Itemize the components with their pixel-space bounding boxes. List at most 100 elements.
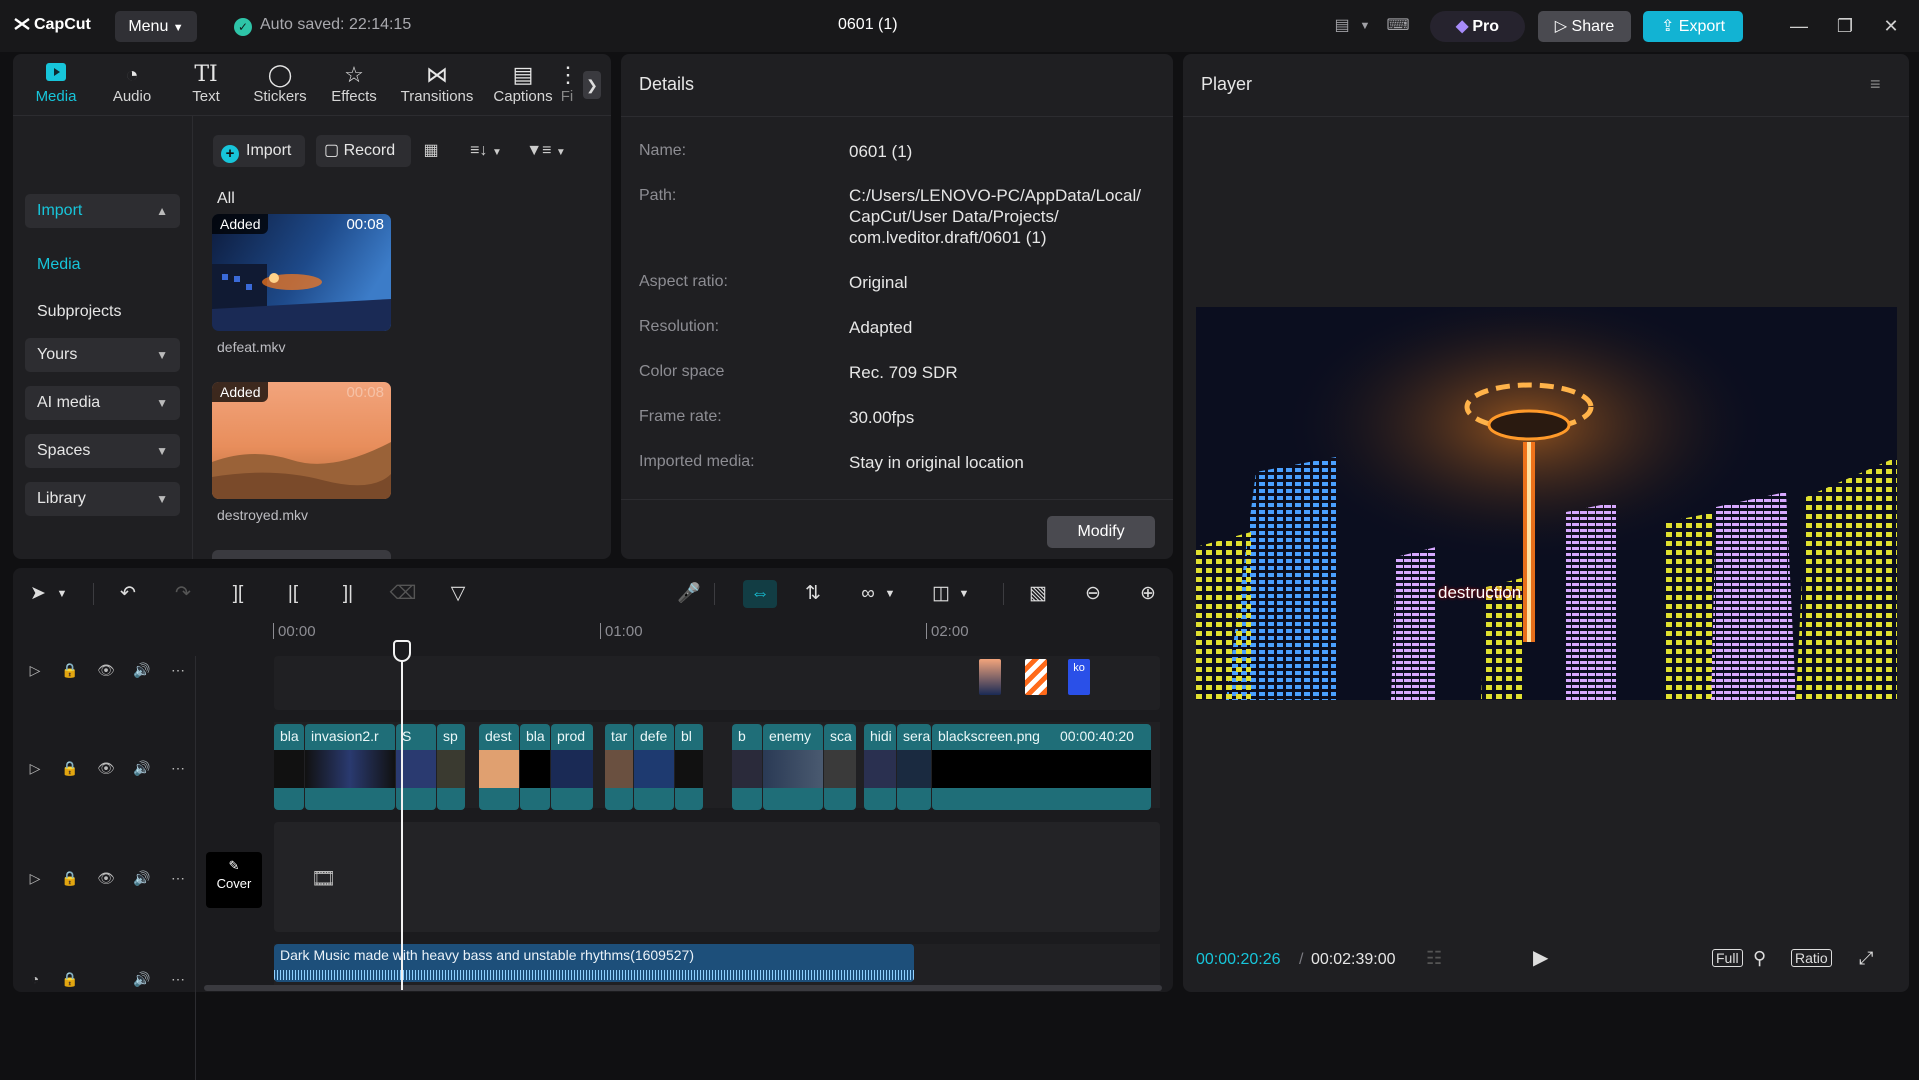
playhead[interactable] — [401, 646, 403, 990]
tab-captions[interactable]: ▤ Captions — [483, 62, 563, 112]
main-clip[interactable]: enemy — [763, 724, 823, 810]
empty-video-track[interactable] — [274, 822, 1160, 932]
timecode-grid-icon[interactable]: ☷ — [1426, 947, 1442, 971]
player-menu-icon[interactable]: ≡ — [1870, 74, 1881, 95]
main-clip[interactable]: sera — [897, 724, 931, 810]
export-button[interactable]: ⇪ Export — [1643, 11, 1743, 42]
trim-left-icon[interactable]: |[ — [278, 580, 308, 608]
timeline-scrollbar[interactable] — [204, 985, 1162, 991]
main-clip[interactable]: defe — [634, 724, 674, 810]
media-item-destroyed[interactable]: Added 00:08 — [212, 382, 391, 499]
split-icon[interactable]: ][ — [223, 580, 253, 608]
main-clip[interactable]: prod — [551, 724, 593, 810]
media-item-defeat[interactable]: Added 00:08 — [212, 214, 391, 331]
preview-axis-icon[interactable]: ◫ — [926, 580, 956, 608]
import-button[interactable]: + Import — [213, 135, 305, 167]
eye-icon[interactable]: 👁 — [95, 868, 117, 888]
zoom-out-icon[interactable]: ⊖ — [1078, 580, 1108, 608]
sidebar-item-subprojects[interactable]: Subprojects — [37, 303, 122, 321]
lock-icon[interactable]: 🔒 — [59, 969, 81, 989]
media-item-partial[interactable] — [212, 550, 391, 559]
record-button[interactable]: ▢ Record — [316, 135, 411, 167]
minimize-icon[interactable]: — — [1784, 14, 1814, 38]
main-clip[interactable]: bla — [274, 724, 304, 810]
tab-audio[interactable]: ◔ Audio — [97, 62, 167, 112]
main-clip[interactable]: invasion2.r — [305, 724, 395, 810]
main-clip[interactable]: sp — [437, 724, 465, 810]
ratio-button[interactable]: Ratio — [1791, 947, 1832, 971]
eye-icon[interactable]: 👁 — [95, 660, 117, 680]
lock-icon[interactable]: 🔒 — [59, 660, 81, 680]
more-icon[interactable]: ⋯ — [167, 868, 189, 888]
tab-stickers[interactable]: ◯ Stickers — [245, 62, 315, 112]
track-visibility-icon[interactable]: ▷ — [24, 660, 46, 680]
zoom-in-icon[interactable]: ⊕ — [1133, 580, 1163, 608]
layout-dropdown-icon[interactable]: ▼ — [1358, 14, 1372, 38]
sort-icon[interactable]: ≡↓ ▼ — [466, 139, 506, 163]
main-clip[interactable]: sca — [824, 724, 856, 810]
delete-icon[interactable]: ⌫ — [388, 580, 418, 608]
sidebar-item-yours[interactable]: Yours ▼ — [25, 338, 180, 372]
more-icon[interactable]: ⋯ — [167, 758, 189, 778]
undo-icon[interactable]: ↶ — [113, 580, 143, 608]
sidebar-item-import[interactable]: Import ▲ — [25, 194, 180, 228]
pro-button[interactable]: ◆ Pro — [1430, 11, 1525, 42]
tab-text[interactable]: TI Text — [171, 62, 241, 112]
sidebar-item-media[interactable]: Media — [37, 256, 81, 274]
video-preview[interactable]: destruction — [1196, 307, 1897, 700]
volume-icon[interactable]: 🔊 — [131, 660, 153, 680]
play-icon[interactable]: ▶ — [1533, 947, 1548, 971]
microphone-icon[interactable]: 🎤 — [674, 580, 704, 608]
overlay-clip[interactable] — [1025, 659, 1047, 695]
full-quality-button[interactable]: Full — [1712, 947, 1743, 971]
link-dropdown-icon[interactable]: ▼ — [883, 580, 897, 608]
more-icon[interactable]: ⋯ — [167, 969, 189, 989]
more-icon[interactable]: ⋯ — [167, 660, 189, 680]
volume-icon[interactable]: 🔊 — [131, 868, 153, 888]
main-clip[interactable]: hidi — [864, 724, 896, 810]
overlay-clip[interactable]: ko — [1068, 659, 1090, 695]
main-clip[interactable]: bl — [675, 724, 703, 810]
tab-transitions[interactable]: ⋈ Transitions — [391, 62, 483, 112]
share-button[interactable]: ▷ Share — [1538, 11, 1631, 42]
main-clip[interactable]: b — [732, 724, 762, 810]
fullscreen-icon[interactable]: ⤢ — [1859, 947, 1873, 971]
marker-icon[interactable]: ▽ — [443, 580, 473, 608]
eye-icon[interactable]: 👁 — [95, 758, 117, 778]
audio-track-icon[interactable]: ◔ — [24, 969, 46, 989]
main-clip[interactable]: tar — [605, 724, 633, 810]
main-clip[interactable]: dest — [479, 724, 519, 810]
preview-axis-dropdown-icon[interactable]: ▼ — [957, 580, 971, 608]
track-visibility-icon[interactable]: ▷ — [24, 868, 46, 888]
volume-icon[interactable]: 🔊 — [131, 969, 153, 989]
filter-icon[interactable]: ▼≡ ▼ — [526, 139, 566, 163]
lock-icon[interactable]: 🔒 — [59, 758, 81, 778]
sidebar-item-spaces[interactable]: Spaces ▼ — [25, 434, 180, 468]
preview-frame-icon[interactable]: ▧ — [1023, 580, 1053, 608]
close-icon[interactable]: ✕ — [1876, 14, 1906, 38]
main-track-magnet-icon[interactable]: ⇔ — [743, 580, 777, 608]
cover-button[interactable]: ✎ Cover — [206, 852, 262, 908]
tab-effects[interactable]: ☆ Effects — [319, 62, 389, 112]
select-dropdown-icon[interactable]: ▼ — [55, 580, 69, 608]
tabs-scroll-right-icon[interactable]: ❯ — [583, 71, 601, 99]
trim-right-icon[interactable]: ]| — [333, 580, 363, 608]
main-clip-blackscreen[interactable]: blackscreen.png 00:00:40:20 — [932, 724, 1151, 810]
menu-button[interactable]: Menu ▼ — [115, 11, 197, 42]
zoom-fit-icon[interactable]: ⚲ — [1753, 947, 1766, 971]
layout-icon[interactable]: ▤ — [1328, 14, 1356, 38]
sidebar-item-library[interactable]: Library ▼ — [25, 482, 180, 516]
link-icon[interactable]: ∞ — [853, 580, 883, 608]
modify-button[interactable]: Modify — [1047, 516, 1155, 548]
redo-icon[interactable]: ↷ — [168, 580, 198, 608]
sidebar-item-ai-media[interactable]: AI media ▼ — [25, 386, 180, 420]
volume-icon[interactable]: 🔊 — [131, 758, 153, 778]
main-clip[interactable]: bla — [520, 724, 550, 810]
overlay-clip[interactable] — [979, 659, 1001, 695]
lock-icon[interactable]: 🔒 — [59, 868, 81, 888]
audio-clip[interactable]: Dark Music made with heavy bass and unst… — [274, 944, 914, 982]
restore-icon[interactable]: ❐ — [1830, 14, 1860, 38]
auto-snap-icon[interactable]: ⇅ — [798, 580, 828, 608]
shortcuts-icon[interactable]: ⌨ — [1384, 14, 1412, 38]
tab-filters[interactable]: ⋮ Fi — [557, 62, 577, 112]
